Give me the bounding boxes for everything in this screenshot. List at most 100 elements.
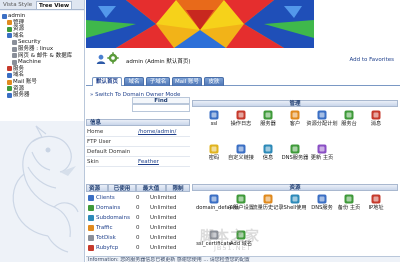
tree-node-icon — [7, 92, 12, 98]
tab-domains[interactable]: 域名 — [124, 77, 144, 86]
tab-subdomains[interactable]: 子域名 — [146, 77, 170, 86]
tool-button[interactable]: IP地址 — [362, 194, 390, 216]
watermark-url: JB51.NET — [214, 244, 252, 252]
tree-node-icon — [7, 20, 12, 26]
resource-icon — [88, 195, 94, 201]
tool-label: IP地址 — [368, 205, 384, 211]
find-input[interactable] — [132, 104, 190, 112]
info-header: 信息 — [86, 119, 190, 126]
info-row: Home/home/admin/ — [86, 127, 190, 137]
resource-icon — [88, 215, 94, 221]
tree-node[interactable]: 网页 & 邮件 & 数据库 — [12, 53, 72, 59]
resource-used: 0 — [136, 235, 140, 241]
tree-node-icon — [7, 66, 12, 72]
sidebar: Vista Style Tree View admin 管理 资源 域名 Securit… — [0, 0, 85, 262]
table-row: TotDisk 0 Unlimited — [86, 233, 190, 243]
tree-node-label: 服务器 — [13, 92, 30, 99]
find-header: Find — [132, 97, 190, 104]
resource-limit: Unlimited — [150, 235, 177, 241]
banner-artwork — [86, 0, 314, 48]
tree-node[interactable]: Security — [12, 39, 41, 45]
info-key: Home — [87, 129, 104, 135]
table-row: Domains 0 Unlimited — [86, 203, 190, 213]
info-value[interactable]: /home/admin/ — [138, 127, 176, 137]
table-row: Rubyfcp 0 Unlimited — [86, 243, 190, 253]
resource-limit: Unlimited — [150, 205, 177, 211]
tree-node[interactable]: Machine — [12, 59, 41, 65]
tree-node-icon — [12, 53, 17, 59]
resource-name[interactable]: Domains — [96, 203, 120, 213]
info-row: Default Domain — [86, 147, 190, 157]
tree-node-icon — [12, 59, 17, 65]
table-row: Traffic 0 Unlimited — [86, 223, 190, 233]
res-col-used: 已使用 — [108, 184, 136, 192]
tree-view: admin 管理 资源 域名 Security 服务器 : linux 网页 & 邮件 & … — [0, 11, 84, 121]
tree-node-icon — [7, 79, 12, 85]
tree-node-label: admin — [8, 13, 26, 19]
main-tabs: 默认首页 域名 子域名 Mail 账号 皮肤 — [86, 75, 400, 86]
watermark-text: 脚本之家 — [200, 229, 260, 245]
tree-node-icon — [7, 72, 12, 78]
tree-node-icon — [12, 46, 17, 52]
resource-name[interactable]: Rubyfcp — [96, 243, 118, 253]
status-bar: Information: 您的服务器信息已被更新 感谢您使用 ... 请您检查您… — [86, 256, 400, 262]
resource-name[interactable]: Subdomains — [96, 213, 130, 223]
header-banner — [86, 0, 400, 48]
resource-name[interactable]: Clients — [96, 193, 115, 203]
resource-limit: Unlimited — [150, 215, 177, 221]
res-col-max: 最大值 — [136, 184, 166, 192]
resource-icon — [88, 225, 94, 231]
info-value[interactable]: Feather — [138, 157, 159, 167]
tree-node-label: Machine — [18, 59, 42, 66]
resource-limit: Unlimited — [150, 245, 177, 251]
sidebar-tabs: Vista Style Tree View — [0, 0, 84, 10]
tree-node-label: 服务 — [13, 65, 25, 72]
resource-name[interactable]: TotDisk — [96, 233, 116, 243]
tab-tree-view[interactable]: Tree View — [36, 1, 73, 9]
tree-node[interactable]: 资源 — [7, 26, 24, 32]
settings-gear-icon[interactable] — [107, 52, 119, 64]
table-row: Subdomains 0 Unlimited — [86, 213, 190, 223]
tool-button[interactable]: 消息 — [362, 110, 390, 132]
tree-node[interactable]: 管理 — [7, 20, 24, 26]
tool-label: 更新 主页 — [310, 155, 334, 161]
tree-node[interactable]: 服务器 — [7, 92, 30, 98]
table-row: Clients 0 Unlimited — [86, 193, 190, 203]
resources-header: 资源 — [192, 184, 398, 191]
info-row: FTP User — [86, 137, 190, 147]
tree-node-icon — [2, 13, 7, 19]
tree-node[interactable]: 服务器 : linux — [12, 46, 53, 52]
tool-button[interactable]: 更新 主页 — [308, 144, 336, 166]
resource-limit: Unlimited — [150, 225, 177, 231]
tab-skins[interactable]: 皮肤 — [204, 77, 224, 86]
tree-node[interactable]: 域名 — [7, 72, 24, 78]
tab-mail-accounts[interactable]: Mail 账号 — [172, 77, 202, 86]
res-col-limit: 限制 — [166, 184, 190, 192]
resource-icon — [88, 245, 94, 251]
resource-icon — [88, 235, 94, 241]
tree-node[interactable]: 资源 — [7, 86, 24, 92]
add-to-favorites-link[interactable]: Add to Favorites — [349, 57, 394, 63]
tree-node-icon — [7, 86, 12, 92]
tree-node-label: 域名 — [13, 32, 25, 39]
tab-home[interactable]: 默认首页 — [92, 77, 122, 86]
tree-node[interactable]: Mail 账号 — [7, 79, 37, 85]
tree-node-label: 域名 — [13, 72, 25, 79]
resource-used: 0 — [136, 225, 140, 231]
tree-node[interactable]: 域名 — [7, 33, 24, 39]
tab-vista-style[interactable]: Vista Style — [1, 1, 34, 9]
resource-used: 0 — [136, 215, 140, 221]
tree-node[interactable]: 服务 — [7, 66, 24, 72]
user-avatar-icon — [96, 54, 106, 64]
tree-node-icon — [7, 33, 12, 39]
manage-header: 管理 — [192, 100, 398, 107]
tree-node[interactable]: admin — [2, 13, 25, 19]
current-user-label: admin (Admin 默认首页) — [126, 59, 191, 65]
tree-node-label: 服务器 : linux — [18, 46, 54, 52]
resource-name[interactable]: Traffic — [96, 223, 113, 233]
resource-limit: Unlimited — [150, 195, 177, 201]
tree-node-label: Security — [18, 39, 41, 46]
info-key: Default Domain — [87, 149, 131, 155]
tree-node-label: 管理 — [13, 19, 25, 26]
resource-used: 0 — [136, 205, 140, 211]
